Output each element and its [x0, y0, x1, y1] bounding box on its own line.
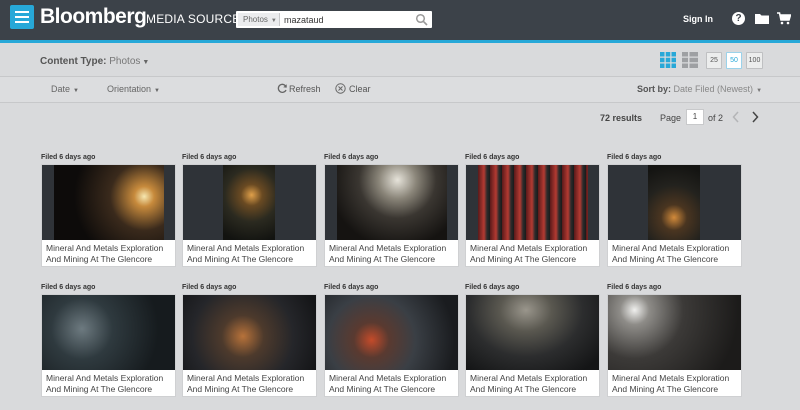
- photo-card[interactable]: Mineral And Metals Exploration And Minin…: [465, 164, 600, 267]
- photo-thumbnail[interactable]: [42, 165, 175, 240]
- photo-caption[interactable]: Mineral And Metals Exploration And Minin…: [187, 243, 315, 265]
- sort-value: Date Filed (Newest): [673, 84, 754, 94]
- clear-icon[interactable]: [335, 83, 346, 94]
- sort-select[interactable]: Sort by: Date Filed (Newest) ▼: [637, 84, 762, 94]
- page-label: Page: [660, 113, 682, 123]
- photo-caption[interactable]: Mineral And Metals Exploration And Minin…: [46, 243, 174, 265]
- content-type-label: Content Type:: [40, 56, 107, 67]
- content-type-select[interactable]: Content Type: Photos ▼: [40, 56, 149, 67]
- photo-card[interactable]: Mineral And Metals Exploration And Minin…: [41, 294, 176, 397]
- photo-card[interactable]: Mineral And Metals Exploration And Minin…: [41, 164, 176, 267]
- photo-card[interactable]: Mineral And Metals Exploration And Minin…: [182, 294, 317, 397]
- photo-card[interactable]: Mineral And Metals Exploration And Minin…: [607, 164, 742, 267]
- page-number-input[interactable]: 1: [686, 109, 704, 125]
- photo-thumbnail[interactable]: [466, 165, 599, 240]
- chevron-down-icon: ▼: [154, 88, 160, 94]
- photo-caption[interactable]: Mineral And Metals Exploration And Minin…: [612, 373, 740, 395]
- photo-caption[interactable]: Mineral And Metals Exploration And Minin…: [187, 373, 315, 395]
- chevron-down-icon: ▼: [142, 59, 150, 66]
- filed-date: Filed 6 days ago: [607, 284, 662, 291]
- sign-in-link[interactable]: Sign In: [683, 14, 713, 24]
- filed-date: Filed 6 days ago: [41, 284, 96, 291]
- photo-thumbnail[interactable]: [608, 295, 741, 370]
- photo-thumbnail[interactable]: [325, 295, 458, 370]
- search-type-value: Photos: [243, 15, 268, 24]
- top-bar: Bloomberg MEDIA SOURCE Photos▼ Sign In ?: [0, 0, 800, 40]
- photo-card[interactable]: Mineral And Metals Exploration And Minin…: [324, 294, 459, 397]
- filed-date: Filed 6 days ago: [182, 284, 237, 291]
- date-filter[interactable]: Date ▼: [51, 84, 79, 94]
- list-view-icon[interactable]: [682, 52, 698, 68]
- filed-date: Filed 6 days ago: [465, 154, 520, 161]
- results-count: 72 results: [600, 113, 643, 123]
- photo-caption[interactable]: Mineral And Metals Exploration And Minin…: [46, 373, 174, 395]
- photo-caption[interactable]: Mineral And Metals Exploration And Minin…: [470, 243, 598, 265]
- page-total: of 2: [708, 113, 724, 123]
- content-toolbar: Content Type: Photos ▼ 25 50 100: [0, 43, 800, 77]
- refresh-button[interactable]: Refresh: [289, 84, 321, 94]
- brand-logo[interactable]: Bloomberg: [40, 5, 147, 29]
- refresh-icon[interactable]: [277, 83, 288, 94]
- folder-icon[interactable]: [755, 13, 769, 24]
- clear-button[interactable]: Clear: [349, 84, 371, 94]
- date-filter-label: Date: [51, 84, 71, 94]
- photo-caption[interactable]: Mineral And Metals Exploration And Minin…: [329, 243, 457, 265]
- photo-caption[interactable]: Mineral And Metals Exploration And Minin…: [329, 373, 457, 395]
- brand-subtitle: MEDIA SOURCE: [146, 12, 241, 26]
- filed-date: Filed 6 days ago: [607, 154, 662, 161]
- filed-date: Filed 6 days ago: [324, 154, 379, 161]
- photo-thumbnail[interactable]: [42, 295, 175, 370]
- search-input[interactable]: [284, 13, 410, 26]
- filed-date: Filed 6 days ago: [41, 154, 96, 161]
- search-icon[interactable]: [415, 13, 428, 26]
- filed-date: Filed 6 days ago: [182, 154, 237, 161]
- grid-view-icon[interactable]: [660, 52, 676, 68]
- page-size-25[interactable]: 25: [706, 52, 722, 69]
- orientation-filter-label: Orientation: [107, 84, 152, 94]
- photo-caption[interactable]: Mineral And Metals Exploration And Minin…: [612, 243, 740, 265]
- menu-icon[interactable]: [10, 5, 34, 29]
- page-size-100[interactable]: 100: [746, 52, 763, 69]
- photo-card[interactable]: Mineral And Metals Exploration And Minin…: [324, 164, 459, 267]
- help-icon[interactable]: ?: [732, 12, 745, 25]
- content-type-value: Photos: [109, 56, 141, 67]
- photo-card[interactable]: Mineral And Metals Exploration And Minin…: [607, 294, 742, 397]
- search-bar: Photos ▼: [236, 11, 432, 28]
- chevron-left-icon[interactable]: [731, 111, 741, 123]
- filter-toolbar: Date ▼ Orientation ▼ Refresh Clear Sort by…: [0, 77, 800, 103]
- orientation-filter[interactable]: Orientation ▼: [107, 84, 160, 94]
- filed-date: Filed 6 days ago: [324, 284, 379, 291]
- cart-icon[interactable]: [777, 12, 791, 25]
- photo-thumbnail[interactable]: [608, 165, 741, 240]
- photo-thumbnail[interactable]: [183, 165, 316, 240]
- chevron-right-icon[interactable]: [750, 111, 760, 123]
- photo-thumbnail[interactable]: [325, 165, 458, 240]
- photo-card[interactable]: Mineral And Metals Exploration And Minin…: [465, 294, 600, 397]
- photo-thumbnail[interactable]: [183, 295, 316, 370]
- chevron-down-icon: ▼: [73, 88, 79, 94]
- photo-caption[interactable]: Mineral And Metals Exploration And Minin…: [470, 373, 598, 395]
- filed-date: Filed 6 days ago: [465, 284, 520, 291]
- photo-card[interactable]: Mineral And Metals Exploration And Minin…: [182, 164, 317, 267]
- page-size-50[interactable]: 50: [726, 52, 742, 69]
- search-type-select[interactable]: Photos ▼: [238, 13, 280, 26]
- sort-label: Sort by:: [637, 84, 672, 94]
- photo-thumbnail[interactable]: [466, 295, 599, 370]
- chevron-down-icon: ▼: [756, 88, 763, 94]
- chevron-down-icon: ▼: [270, 18, 277, 24]
